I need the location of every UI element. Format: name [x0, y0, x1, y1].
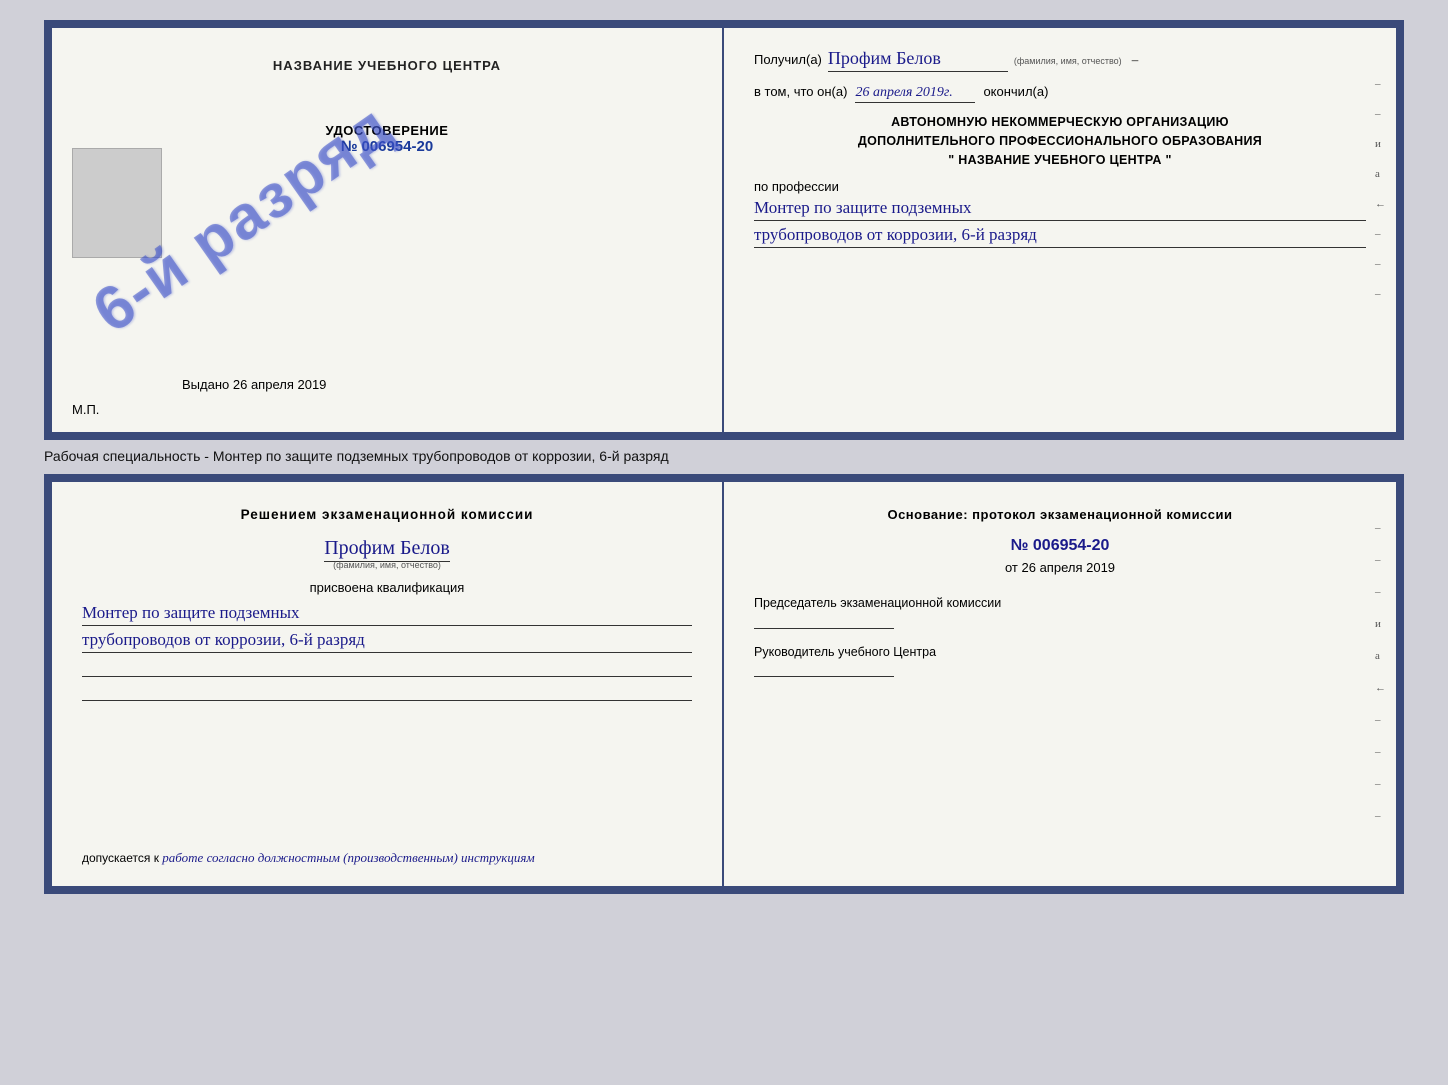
udostoverenie-title: УДОСТОВЕРЕНИЕ	[326, 123, 449, 138]
ot-prefix: от	[1005, 560, 1018, 575]
number-value: 006954-20	[361, 138, 433, 155]
dash1: –	[1132, 52, 1139, 68]
mp-line: М.П.	[72, 402, 99, 417]
po-professii-label: по профессии	[754, 179, 1366, 194]
proto-num-prefix: №	[1011, 537, 1029, 554]
vydano-label: Выдано	[182, 377, 229, 392]
predsedatel-label: Председатель экзаменационной комиссии	[754, 595, 1366, 613]
okonchil-label: окончил(а)	[983, 84, 1048, 99]
rukovoditel-label: Руководитель учебного Центра	[754, 644, 1366, 662]
right-side-lines-top: – – и а ← – – –	[1375, 78, 1386, 300]
rukovoditel-block: Руководитель учебного Центра	[754, 644, 1366, 678]
osnovanie-title: Основание: протокол экзаменационной коми…	[754, 507, 1366, 522]
prisvoena-label: присвоена квалификация	[82, 580, 692, 595]
org-block: АВТОНОМНУЮ НЕКОММЕРЧЕСКУЮ ОРГАНИЗАЦИЮ ДО…	[754, 113, 1366, 169]
ot-date-value: 26 апреля 2019	[1022, 560, 1116, 575]
dopuskaetsya-label: допускается к	[82, 851, 159, 865]
resheniem-title: Решением экзаменационной комиссии	[82, 507, 692, 522]
vydano-line: Выдано 26 апреля 2019	[182, 377, 326, 392]
predsedatel-signature-line	[754, 628, 894, 629]
vtom-line: в том, что он(а) 26 апреля 2019г. окончи…	[754, 84, 1366, 103]
bottom-certificate: Решением экзаменационной комиссии Профим…	[44, 474, 1404, 894]
udostoverenie-number: № 006954-20	[326, 138, 449, 155]
udostoverenie-block: УДОСТОВЕРЕНИЕ № 006954-20	[326, 123, 449, 155]
poluchil-label: Получил(а)	[754, 52, 822, 67]
profession-line2-top: трубопроводов от коррозии, 6-й разряд	[754, 225, 1366, 248]
org-name: " НАЗВАНИЕ УЧЕБНОГО ЦЕНТРА "	[754, 151, 1366, 170]
profession-lines-top: Монтер по защите подземных трубопроводов…	[754, 198, 1366, 248]
top-cert-title: НАЗВАНИЕ УЧЕБНОГО ЦЕНТРА	[273, 58, 501, 73]
profession-line1-top: Монтер по защите подземных	[754, 198, 1366, 221]
rukovoditel-signature-line	[754, 676, 894, 677]
vtom-label: в том, что он(а)	[754, 84, 847, 99]
top-cert-right: Получил(а) Профим Белов (фамилия, имя, о…	[724, 28, 1396, 432]
proto-number: № 006954-20	[754, 537, 1366, 555]
name-sublabel-bottom: (фамилия, имя, отчество)	[82, 560, 692, 570]
profession-lines-bottom: Монтер по защите подземных трубопроводов…	[82, 603, 692, 701]
predsedatel-block: Председатель экзаменационной комиссии	[754, 595, 1366, 629]
recipient-name-top: Профим Белов	[828, 48, 1008, 72]
caption-text: Рабочая специальность - Монтер по защите…	[44, 448, 1404, 464]
poluchil-line: Получил(а) Профим Белов (фамилия, имя, о…	[754, 48, 1366, 72]
vydano-date: 26 апреля 2019	[233, 377, 327, 392]
profession-line1-bottom: Монтер по защите подземных	[82, 603, 692, 626]
bottom-cert-right: Основание: протокол экзаменационной коми…	[724, 482, 1396, 886]
org-line1: АВТОНОМНУЮ НЕКОММЕРЧЕСКУЮ ОРГАНИЗАЦИЮ	[754, 113, 1366, 132]
bottom-cert-left: Решением экзаменационной комиссии Профим…	[52, 482, 724, 886]
photo-placeholder	[72, 148, 162, 258]
profession-line2-bottom: трубопроводов от коррозии, 6-й разряд	[82, 630, 692, 653]
top-cert-left: НАЗВАНИЕ УЧЕБНОГО ЦЕНТРА УДОСТОВЕРЕНИЕ №…	[52, 28, 724, 432]
right-side-lines-bottom: – – – и а ← – – – –	[1375, 522, 1386, 822]
proto-num-value: 006954-20	[1033, 537, 1110, 554]
name-sublabel-top: (фамилия, имя, отчество)	[1014, 56, 1122, 66]
ot-date-line: от 26 апреля 2019	[754, 560, 1366, 575]
dopuskaetsya-block: допускается к работе согласно должностны…	[82, 850, 692, 866]
recipient-name-bottom: Профим Белов	[324, 537, 450, 562]
fio-block-bottom: Профим Белов (фамилия, имя, отчество)	[82, 537, 692, 570]
top-certificate: НАЗВАНИЕ УЧЕБНОГО ЦЕНТРА УДОСТОВЕРЕНИЕ №…	[44, 20, 1404, 440]
dopuskaetsya-text: работе согласно должностным (производств…	[162, 850, 534, 865]
org-line2: ДОПОЛНИТЕЛЬНОГО ПРОФЕССИОНАЛЬНОГО ОБРАЗО…	[754, 132, 1366, 151]
page-wrapper: НАЗВАНИЕ УЧЕБНОГО ЦЕНТРА УДОСТОВЕРЕНИЕ №…	[20, 20, 1428, 894]
completion-date: 26 апреля 2019г.	[855, 85, 975, 103]
number-prefix: №	[341, 138, 358, 155]
